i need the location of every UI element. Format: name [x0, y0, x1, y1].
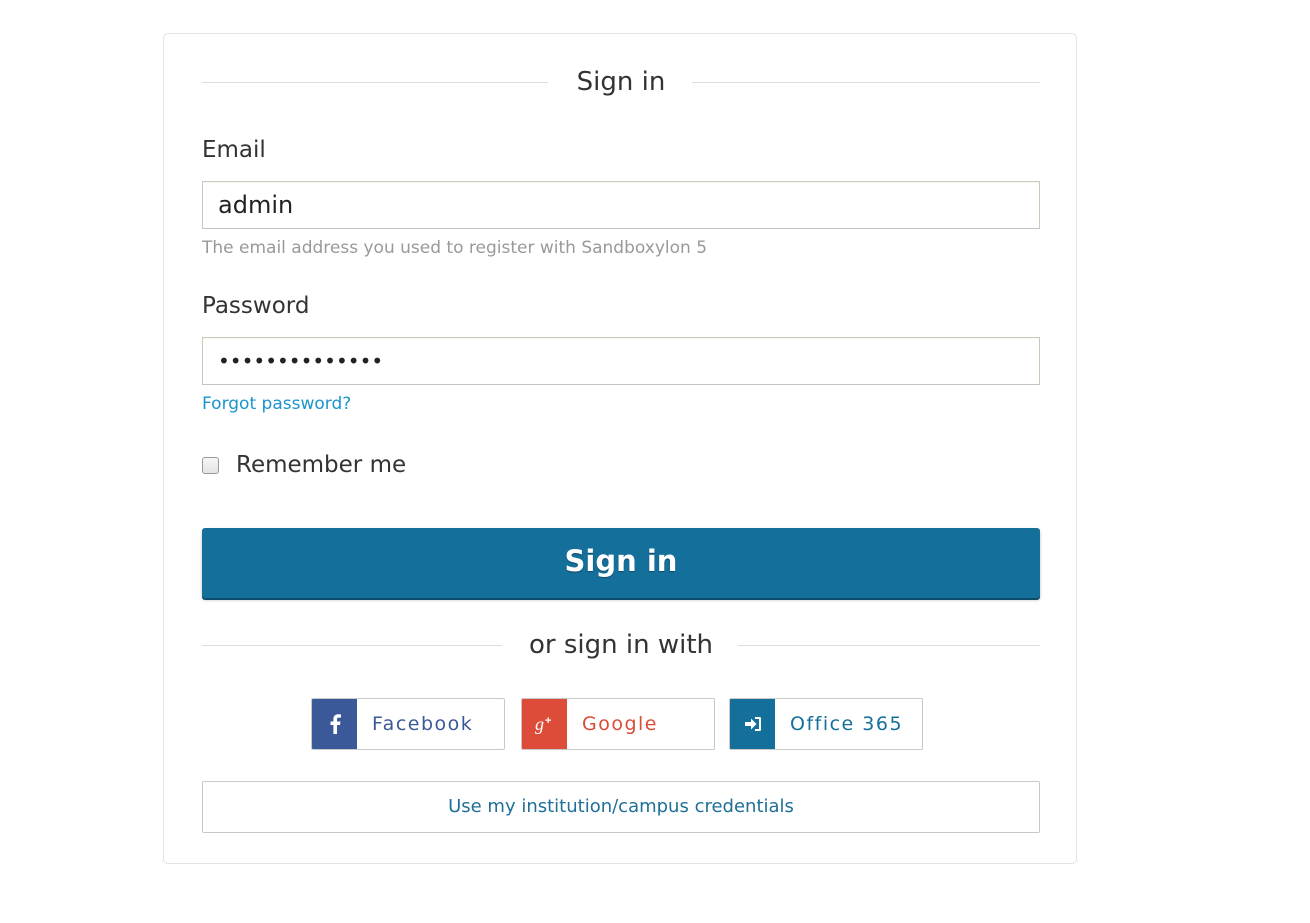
sign-in-button[interactable]: Sign in [202, 528, 1040, 598]
email-help-text: The email address you used to register w… [202, 238, 708, 258]
alt-divider: or sign in with [202, 625, 1040, 665]
page-title: Sign in [576, 67, 666, 97]
svg-text:g: g [535, 714, 544, 734]
email-label: Email [202, 137, 266, 163]
google-button[interactable]: g + Google [521, 698, 715, 750]
signin-card: Sign in Email admin The email address yo… [163, 33, 1077, 864]
password-field[interactable]: •••••••••••••• [202, 337, 1040, 385]
social-buttons: Facebook g + Google Office 365 [202, 698, 1040, 750]
svg-text:+: + [545, 715, 551, 727]
remember-me-checkbox[interactable] [202, 456, 219, 474]
facebook-button[interactable]: Facebook [311, 698, 505, 750]
remember-me-row[interactable]: Remember me [202, 450, 406, 480]
password-label: Password [202, 293, 310, 319]
title-divider: Sign in [202, 62, 1040, 102]
facebook-label: Facebook [372, 713, 474, 735]
remember-me-label: Remember me [236, 452, 407, 478]
institution-credentials-button[interactable]: Use my institution/campus credentials [202, 781, 1040, 833]
google-plus-icon: g + [522, 699, 567, 749]
office365-label: Office 365 [790, 713, 904, 735]
google-label: Google [582, 713, 659, 735]
office365-button[interactable]: Office 365 [729, 698, 923, 750]
email-field[interactable]: admin [202, 181, 1040, 229]
forgot-password-link[interactable]: Forgot password? [202, 394, 351, 414]
facebook-icon [312, 699, 357, 749]
alt-signin-heading: or sign in with [528, 630, 713, 660]
sign-in-icon [730, 699, 775, 749]
